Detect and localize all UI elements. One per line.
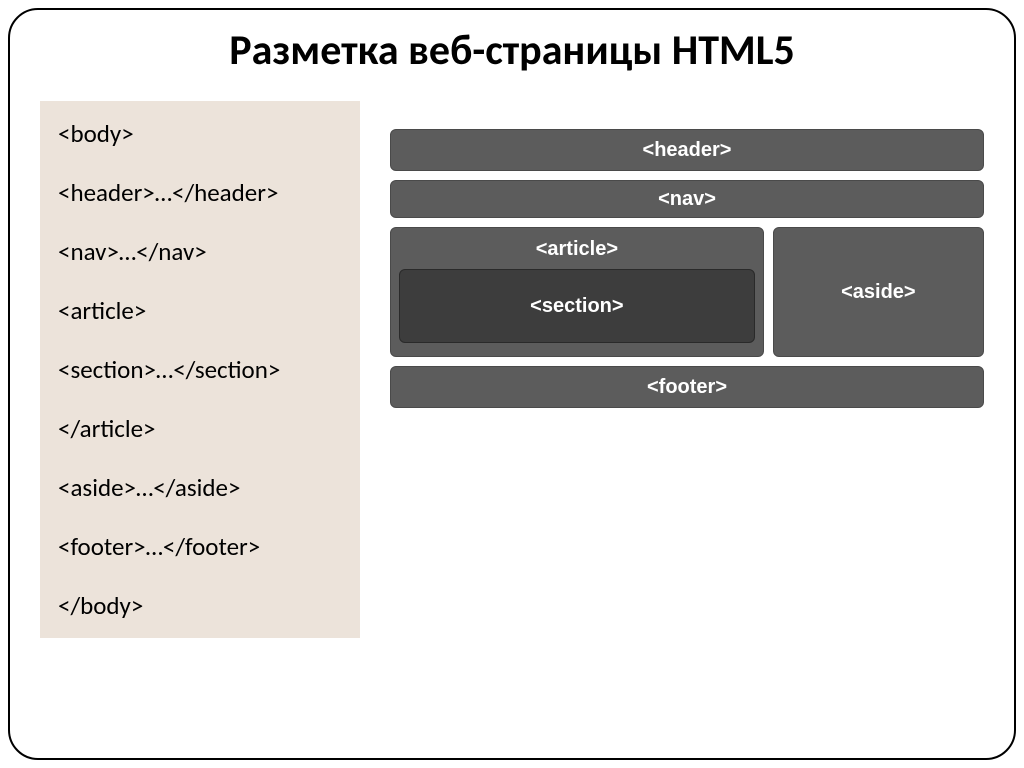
content-row: <body> <header>…</header> <nav>…</nav> <… bbox=[40, 101, 984, 638]
code-panel: <body> <header>…</header> <nav>…</nav> <… bbox=[40, 101, 360, 638]
diagram-aside-box: <aside> bbox=[773, 227, 984, 357]
code-line-body-open: <body> bbox=[58, 121, 342, 146]
diagram-header-box: <header> bbox=[390, 129, 984, 171]
diagram-middle-row: <article> <section> <aside> bbox=[390, 227, 984, 357]
code-line-aside: <aside>…</aside> bbox=[58, 475, 342, 500]
code-line-section: <section>…</section> bbox=[58, 357, 342, 382]
code-line-nav: <nav>…</nav> bbox=[58, 239, 342, 264]
code-line-footer: <footer>…</footer> bbox=[58, 534, 342, 559]
diagram-article-label: <article> bbox=[399, 238, 755, 261]
page-title: Разметка веб-страницы HTML5 bbox=[40, 25, 984, 76]
slide-container: Разметка веб-страницы HTML5 <body> <head… bbox=[8, 8, 1016, 760]
code-line-article-close: </article> bbox=[58, 416, 342, 441]
diagram-footer-box: <footer> bbox=[390, 366, 984, 408]
code-line-body-close: </body> bbox=[58, 593, 342, 618]
diagram-section-box: <section> bbox=[399, 269, 755, 343]
code-line-article-open: <article> bbox=[58, 298, 342, 323]
diagram-nav-box: <nav> bbox=[390, 180, 984, 218]
code-line-header: <header>…</header> bbox=[58, 180, 342, 205]
layout-diagram: <header> <nav> <article> <section> <asid… bbox=[390, 101, 984, 638]
diagram-article-box: <article> <section> bbox=[390, 227, 764, 357]
